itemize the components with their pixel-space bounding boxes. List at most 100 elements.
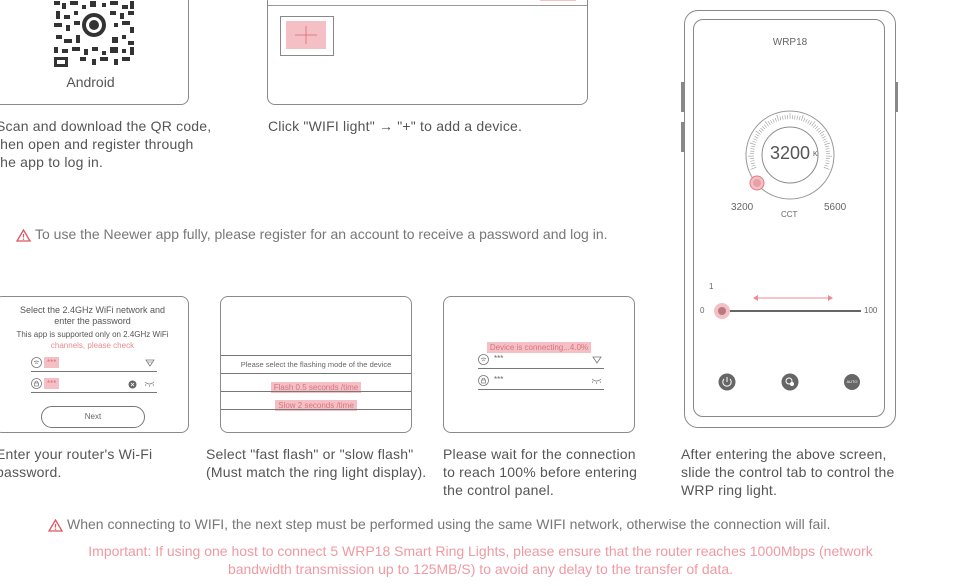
plus-icon <box>295 26 317 44</box>
dial-tick <box>816 127 820 131</box>
cct-max: 5600 <box>824 202 847 213</box>
dial-tick <box>813 124 817 128</box>
dial-tick <box>794 115 796 120</box>
phone-side-button <box>681 122 684 152</box>
dial-tick <box>824 164 829 167</box>
dial-tick <box>772 118 775 123</box>
cct-value: 3200 <box>770 143 811 163</box>
dial-tick <box>774 117 777 122</box>
brightness-thumb[interactable] <box>714 303 730 319</box>
dial-tick <box>798 116 801 121</box>
brightness-track[interactable] <box>716 310 861 312</box>
dial-tick <box>823 167 830 170</box>
dial-tick <box>784 115 786 120</box>
password-field[interactable]: *** <box>31 378 157 393</box>
scene-icon[interactable] <box>781 373 799 391</box>
dial-tick <box>825 160 830 162</box>
dial-tick <box>817 129 822 133</box>
dial-tick <box>750 162 755 165</box>
dial-tick <box>749 142 756 145</box>
wifi-icon <box>31 357 42 368</box>
auto-icon: AUTO <box>846 379 858 384</box>
flash-prompt: Please select the flashing mode of the d… <box>240 360 392 369</box>
dial-tick <box>824 142 831 145</box>
cct-label: CCT <box>781 210 798 219</box>
dial-tick <box>752 140 757 143</box>
dial-tick <box>823 140 828 143</box>
dial-tick <box>805 118 808 123</box>
dial-tick <box>760 127 764 131</box>
auto-button[interactable]: AUTO <box>844 374 860 390</box>
warning-icon <box>16 228 31 242</box>
dial-tick <box>751 164 756 167</box>
dial-tick <box>776 115 779 121</box>
dial-tick <box>755 133 760 137</box>
wifi-caption: Enter your router's Wi-Fi password. <box>0 446 153 480</box>
dropdown-icon[interactable] <box>145 359 155 367</box>
cct-unit: K <box>813 150 818 158</box>
lock-icon <box>478 375 489 386</box>
dial-tick <box>822 138 827 141</box>
eye-closed-icon <box>591 378 602 384</box>
step2-caption: Click "WIFI light" → "+" to add a device… <box>268 118 523 134</box>
cct-min: 3200 <box>731 202 754 213</box>
dial-tick <box>820 133 825 137</box>
dial-tick <box>807 119 810 124</box>
dropdown-icon <box>592 356 602 364</box>
wifi-subtitle: This app is supported only on 2.4GHz WiF… <box>16 330 169 339</box>
dial-tick <box>754 136 759 139</box>
dial-tick <box>803 117 806 122</box>
dial-tick <box>750 148 755 150</box>
dial-tick <box>755 130 761 135</box>
dial-tick <box>809 121 813 125</box>
dial-tick <box>770 119 773 124</box>
dial-tick <box>779 116 782 121</box>
dial-tick <box>761 126 766 130</box>
phone-power-button <box>895 82 898 112</box>
connect-caption: Please wait for the connection to reach … <box>443 446 638 498</box>
dial-tick <box>763 124 767 128</box>
dial-tick <box>750 160 755 162</box>
os-label: Android <box>66 74 115 90</box>
dial-tick <box>819 130 825 135</box>
connecting-panel: Device is connecting...4.0% *** *** <box>443 296 635 433</box>
add-device-button[interactable] <box>280 16 334 56</box>
flash-mode-panel: Please select the flashing mode of the d… <box>220 296 412 433</box>
dial-tick <box>750 145 755 148</box>
phone-title: WRP18 <box>772 37 808 48</box>
phone-side-button <box>681 82 684 112</box>
power-icon[interactable] <box>718 373 736 391</box>
phone-caption: After entering the above screen, slide t… <box>681 446 895 498</box>
connection-status: Device is connecting...4.0% <box>486 342 592 353</box>
dial-tick <box>821 136 826 139</box>
next-button[interactable]: Next <box>41 406 145 428</box>
brightness-top-label: 1 <box>709 282 714 291</box>
qr-code-icon <box>52 0 136 69</box>
dial-tick <box>764 121 769 127</box>
dial-tick <box>825 145 830 148</box>
drag-arrow-icon <box>753 295 833 301</box>
register-notice: To use the Neewer app fully, please regi… <box>16 226 608 242</box>
flash-caption: Select "fast flash" or "slow flash" (Mus… <box>206 446 427 480</box>
brightness-max: 100 <box>864 306 878 315</box>
step1-caption: Scan and download the QR code, then open… <box>0 118 212 170</box>
password-field: *** <box>478 375 604 390</box>
dial-tick <box>758 129 763 133</box>
clear-icon[interactable] <box>128 380 137 389</box>
eye-closed-icon[interactable] <box>144 381 155 387</box>
network-field[interactable]: *** <box>31 357 157 372</box>
dial-tick <box>796 115 798 120</box>
dial-tick <box>750 167 757 170</box>
wifi-icon <box>478 354 489 365</box>
dial-tick <box>825 148 830 150</box>
wifi-password-panel: Select the 2.4GHz WiFi network and enter… <box>0 296 189 433</box>
dial-tick <box>801 115 804 121</box>
phone-mockup <box>684 10 896 428</box>
wifi-title: Select the 2.4GHz WiFi network and <box>19 305 166 315</box>
qr-panel: Android <box>0 0 189 105</box>
brightness-min: 0 <box>700 306 705 315</box>
network-field: *** <box>478 354 604 369</box>
dial-tick <box>825 162 830 165</box>
important-note: Important: If using one host to connect … <box>88 543 873 577</box>
dial-tick <box>753 138 758 141</box>
